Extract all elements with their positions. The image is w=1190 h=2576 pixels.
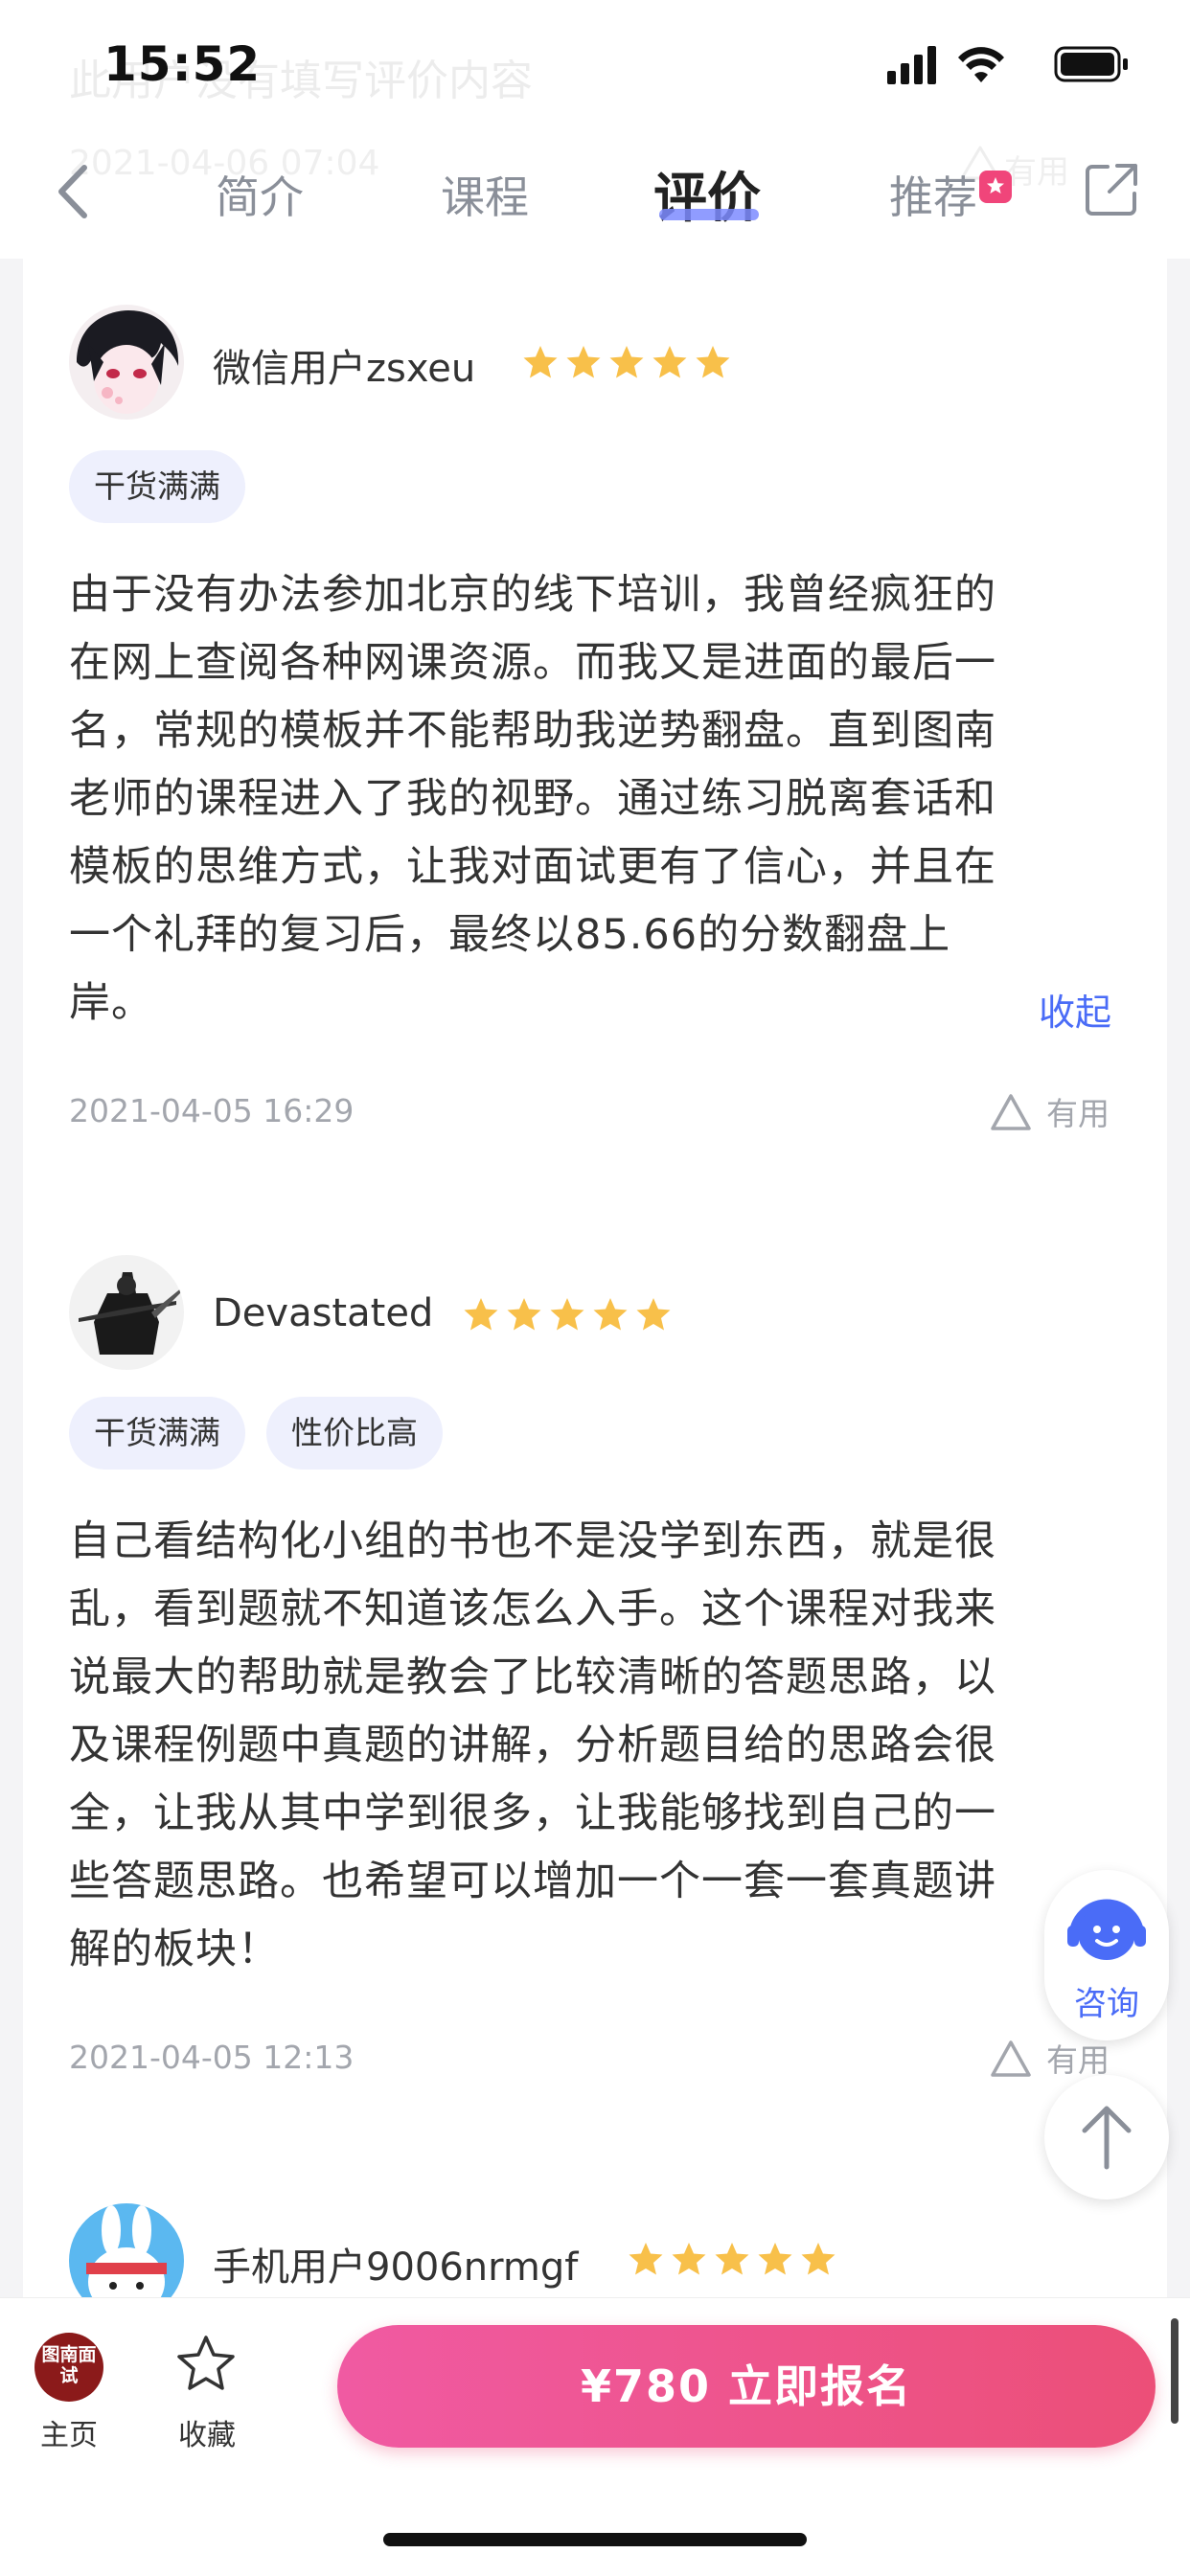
customer-service-icon [1067, 1899, 1146, 1960]
rating-stars [462, 1295, 677, 1334]
review-text-line: 及课程例题中真题的讲解，分析题目给的思路会很 [69, 1721, 996, 1769]
active-tab-underline [659, 209, 759, 220]
star-icon [652, 346, 687, 378]
status-icons [887, 46, 1128, 84]
star-icon [507, 1298, 541, 1331]
review-tag: 性价比高 [266, 1397, 443, 1470]
review-tag: 干货满满 [69, 1397, 245, 1470]
review-text-line: 岸。 [69, 979, 153, 1027]
status-time: 15:52 [103, 36, 262, 92]
review-text-line: 自己看结构化小组的书也不是没学到东西，就是很 [69, 1517, 996, 1565]
review-tags: 干货满满 性价比高 [69, 1397, 464, 1470]
review-text-line: 乱，看到题就不知道该怎么入手。这个课程对我来 [69, 1585, 996, 1633]
review-tags: 干货满满 [69, 450, 266, 523]
avatar [69, 1255, 184, 1370]
consult-label: 咨询 [1074, 1985, 1139, 2023]
tab-reviews[interactable]: 评价 [653, 155, 761, 233]
rating-stars [521, 343, 737, 381]
back-to-top-button[interactable] [1044, 2075, 1169, 2200]
arrow-up-icon [1082, 2106, 1132, 2170]
useful-button[interactable]: 有用 [989, 1088, 1110, 1134]
reviews-card: 微信用户zsxeu 干货满满 由于没有办法参加北京的线下培训，我曾经疯狂的 在网… [23, 259, 1167, 2299]
useful-label: 有用 [1046, 2041, 1110, 2079]
cellular-signal-icon [887, 46, 936, 84]
rating-stars [627, 2240, 842, 2278]
useful-button[interactable]: 有用 [989, 2035, 1110, 2081]
review-text-line: 些答题思路。也希望可以增加一个一套一套真题讲 [69, 1858, 996, 1905]
tab-course[interactable]: 课程 [441, 163, 529, 226]
star-outline-icon[interactable] [174, 2333, 238, 2396]
useful-triangle-icon [991, 2040, 1031, 2077]
review-date: 2021-04-05 16:29 [69, 1092, 355, 1129]
star-icon [696, 346, 730, 378]
star-icon [801, 2243, 835, 2275]
consult-button[interactable]: 咨询 [1044, 1870, 1169, 2040]
back-chevron-icon[interactable] [50, 158, 98, 225]
star-icon [672, 2243, 706, 2275]
recommend-badge-icon [979, 171, 1012, 203]
battery-icon [1054, 46, 1128, 82]
avatar [69, 305, 184, 420]
avatar [69, 2203, 184, 2299]
review-username: 微信用户zsxeu [213, 347, 476, 391]
review-text-line: 一个礼拜的复习后，最终以85.66的分数翻盘上 [69, 911, 951, 959]
useful-triangle-icon [991, 1094, 1031, 1130]
home-label[interactable]: 主页 [40, 2411, 98, 2453]
review-text-line: 老师的课程进入了我的视野。通过练习脱离套话和 [69, 775, 996, 823]
review-text-line: 全，让我从其中学到很多，让我能够找到自己的一 [69, 1790, 996, 1837]
star-icon [636, 1298, 671, 1331]
star-icon [523, 346, 558, 378]
review-text: 由于没有办法参加北京的线下培训，我曾经疯狂的 在网上查阅各种网课资源。而我又是进… [69, 561, 1133, 1037]
share-icon[interactable] [1083, 161, 1140, 218]
review-username: 手机用户9006nrmgf [213, 2245, 579, 2290]
scroll-indicator[interactable] [1171, 2318, 1179, 2424]
star-icon [629, 2243, 663, 2275]
wifi-icon [958, 47, 1004, 82]
home-indicator[interactable] [383, 2533, 807, 2546]
home-logo-icon[interactable]: 图南面试 [34, 2333, 103, 2402]
star-icon [758, 2243, 792, 2275]
review-text-line: 由于没有办法参加北京的线下培训，我曾经疯狂的 [69, 571, 996, 619]
star-icon [609, 346, 644, 378]
tab-recommend[interactable]: 推荐 [889, 163, 977, 226]
enroll-button[interactable]: ¥780 立即报名 [337, 2325, 1156, 2448]
review-text-line: 说最大的帮助就是教会了比较清晰的答题思路，以 [69, 1653, 996, 1701]
star-icon [566, 346, 601, 378]
review-text: 自己看结构化小组的书也不是没学到东西，就是很 乱，看到题就不知道该怎么入手。这个… [69, 1508, 1133, 1984]
collapse-link[interactable]: 收起 [1039, 983, 1111, 1036]
tab-intro[interactable]: 简介 [216, 163, 304, 226]
useful-label: 有用 [1046, 1095, 1110, 1132]
top-bar: 此用户没有填写评价内容 2021-04-06 07:04 有用 15:52 简介… [0, 0, 1190, 259]
review-text-line: 在网上查阅各种网课资源。而我又是进面的最后一 [69, 639, 996, 687]
star-icon [550, 1298, 584, 1331]
star-icon [715, 2243, 749, 2275]
review-tag: 干货满满 [69, 450, 245, 523]
review-date: 2021-04-05 12:13 [69, 2039, 355, 2076]
review-text-line: 模板的思维方式，让我对面试更有了信心，并且在 [69, 843, 996, 891]
review-text-line: 名，常规的模板并不能帮助我逆势翻盘。直到图南 [69, 707, 996, 755]
tab-bar: 简介 课程 评价 推荐 [172, 163, 1035, 249]
review-username: Devastated [213, 1291, 434, 1335]
star-icon [593, 1298, 628, 1331]
review-text-line: 解的板块！ [69, 1926, 280, 1973]
favorite-label[interactable]: 收藏 [178, 2411, 236, 2453]
star-icon [464, 1298, 498, 1331]
